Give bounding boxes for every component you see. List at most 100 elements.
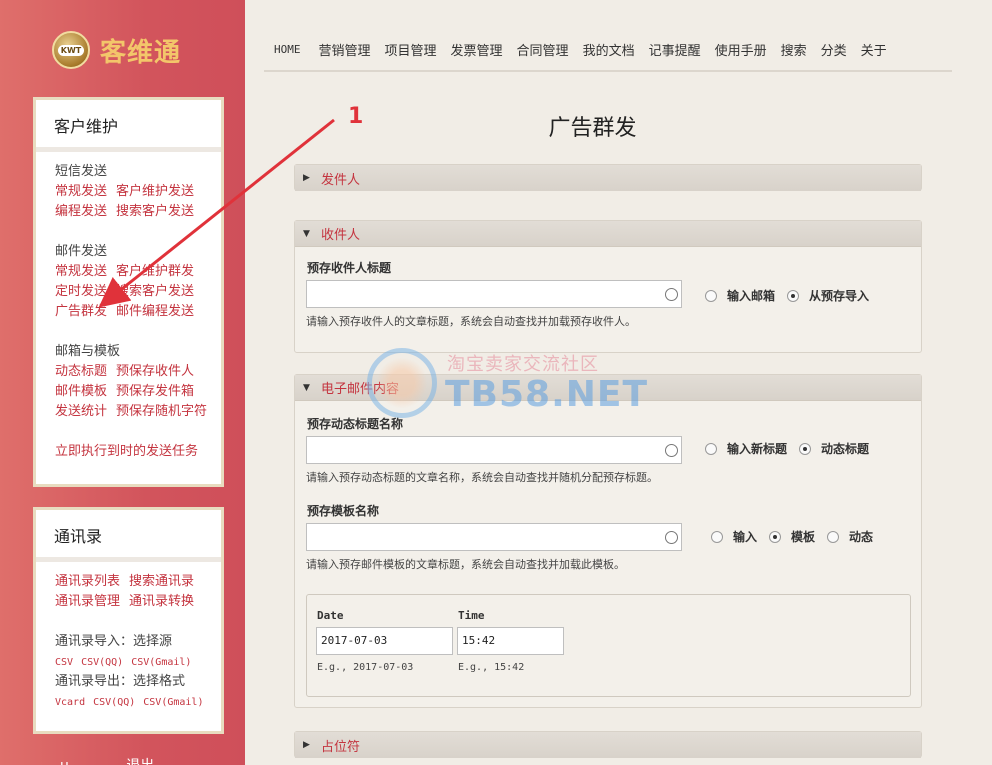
triangle-down-icon: ▼ [303,382,310,393]
link-export-csv-qq[interactable]: CSV(QQ) [93,697,135,708]
logo-text: 客维通 [100,37,182,68]
nav-categories[interactable]: 分类 [821,40,847,59]
link-mail-customer-bulk[interactable]: 客户维护群发 [116,264,194,279]
template-hint: 请输入预存邮件模板的文章标题，系统会自动查找并加载此模板。 [306,558,625,571]
date-input[interactable]: 2017-07-03 [316,627,453,655]
template-input[interactable] [306,523,682,551]
date-hint: E.g., 2017-07-03 [317,662,414,673]
template-label: 预存模板名称 [307,504,380,518]
group-title-export: 通讯录导出：选择格式 [55,674,186,689]
radio-template[interactable] [769,530,782,543]
link-dynamic-title[interactable]: 动态标题 [55,364,107,379]
radio-dynamic[interactable] [827,530,840,543]
nav-home[interactable]: HOME [274,43,301,56]
recipient-hint: 请输入预存收件人的文章标题，系统会自动查找并加载预存收件人。 [306,315,636,328]
time-hint: E.g., 15:42 [458,662,525,673]
sidebar: KWT 客维通 客户维护 短信发送 常规发送 客户维护发送 编程发送 搜索客户发送 … [0,0,245,765]
sidebar-bottom: u... 退出 [60,755,176,765]
radio-label: 模板 [791,530,816,544]
radio-dynamic-title[interactable] [799,442,812,455]
link-import-csv-qq[interactable]: CSV(QQ) [81,657,123,668]
radio-import-saved[interactable] [787,289,800,302]
link-mail-search[interactable]: 搜索客户发送 [116,284,194,299]
nav-invoices[interactable]: 发票管理 [451,40,503,59]
section-label: 收件人 [321,228,361,243]
triangle-right-icon: ▶ [303,173,310,183]
logo[interactable]: KWT 客维通 [52,30,181,70]
annotation-number: 1 [348,104,364,129]
radio-label: 从预存导入 [809,289,870,303]
panel-title: 通讯录 [36,510,221,562]
radio-input-email[interactable] [705,289,717,302]
top-nav: HOME 营销管理 项目管理 发票管理 合同管理 我的文档 记事提醒 使用手册 … [264,28,952,72]
section-sender[interactable]: ▶ 发件人 [294,164,922,191]
recipient-source-radios: 输入邮箱 从预存导入 [705,287,881,304]
watermark-cn: 淘宝卖家交流社区 [447,354,599,375]
link-sms-regular[interactable]: 常规发送 [55,184,107,199]
link-mail-ad-bulk[interactable]: 广告群发 [55,304,107,319]
dynamic-title-input[interactable] [306,436,682,464]
date-label: Date [317,609,344,622]
nav-documents[interactable]: 我的文档 [583,40,635,59]
link-mail-template[interactable]: 邮件模板 [55,384,107,399]
nav-projects[interactable]: 项目管理 [385,40,437,59]
link-export-vcard[interactable]: Vcard [55,697,85,708]
nav-reminders[interactable]: 记事提醒 [649,40,701,59]
link-sms-customer[interactable]: 客户维护发送 [116,184,194,199]
radio-input[interactable] [711,530,723,543]
template-mode-radios: 输入 模板 动态 [711,528,885,545]
link-contact-manage[interactable]: 通讯录管理 [55,594,120,609]
link-export-csv-gmail[interactable]: CSV(Gmail) [143,697,203,708]
circle-icon [665,288,678,301]
recipient-title-input[interactable] [306,280,682,308]
link-send-stats[interactable]: 发送统计 [55,404,107,419]
link-import-csv[interactable]: CSV [55,657,73,668]
link-sms-program[interactable]: 编程发送 [55,204,107,219]
link-saved-recipients[interactable]: 预保存收件人 [116,364,194,379]
triangle-down-icon: ▼ [303,228,310,239]
radio-label: 输入邮箱 [727,289,776,303]
group-title-mail: 邮件发送 [55,244,108,259]
link-contact-convert[interactable]: 通讯录转换 [129,594,194,609]
nav-marketing[interactable]: 营销管理 [319,40,371,59]
logout-link[interactable]: 退出 [126,758,154,765]
logo-badge-icon: KWT [52,31,90,69]
nav-contracts[interactable]: 合同管理 [517,40,569,59]
panel-contacts: 通讯录 通讯录列表 搜索通讯录 通讯录管理 通讯录转换 通讯录导入：选择源 CSV C… [33,507,224,734]
nav-about[interactable]: 关于 [861,40,887,59]
radio-label: 动态标题 [821,442,870,456]
title-mode-radios: 输入新标题 动态标题 [705,440,881,457]
link-mail-program[interactable]: 邮件编程发送 [116,304,194,319]
page-title: 广告群发 [548,116,637,141]
section-recipient: ▼ 收件人 预存收件人标题 输入邮箱 从预存导入 请输入预存收件人的文章标题，系统… [294,220,922,353]
logo-badge-text: KWT [57,44,85,56]
nav-search[interactable]: 搜索 [781,40,807,59]
circle-icon [665,444,678,457]
sidebar-bottom-item[interactable]: u [60,758,69,765]
section-header[interactable]: ▼ 电子邮件内容 [295,375,921,401]
group-title-import: 通讯录导入：选择源 [55,634,173,649]
link-contact-list[interactable]: 通讯录列表 [55,574,120,589]
link-saved-senders[interactable]: 预保存发件箱 [116,384,194,399]
nav-manual[interactable]: 使用手册 [715,40,767,59]
link-run-tasks[interactable]: 立即执行到时的发送任务 [55,444,198,459]
radio-new-title[interactable] [705,442,717,455]
link-mail-regular[interactable]: 常规发送 [55,264,107,279]
link-import-csv-gmail[interactable]: CSV(Gmail) [131,657,191,668]
schedule-box: Date 2017-07-03 E.g., 2017-07-03 Time 15… [306,594,911,697]
recipient-field-label: 预存收件人标题 [307,261,392,275]
link-contact-search[interactable]: 搜索通讯录 [129,574,194,589]
section-label: 发件人 [321,172,361,188]
circle-icon [665,531,678,544]
section-placeholder[interactable]: ▶ 占位符 [294,731,922,758]
link-sms-search[interactable]: 搜索客户发送 [116,204,194,219]
sidebar-bottom-item[interactable]: ... [91,758,104,765]
link-saved-random[interactable]: 预保存随机字符 [116,404,207,419]
time-input[interactable]: 15:42 [457,627,564,655]
group-title-mailbox: 邮箱与模板 [55,344,121,359]
section-header[interactable]: ▼ 收件人 [295,221,921,247]
radio-label: 输入新标题 [727,442,788,456]
section-label: 电子邮件内容 [321,382,400,397]
link-mail-scheduled[interactable]: 定时发送 [55,284,107,299]
panel-title: 客户维护 [36,100,221,152]
